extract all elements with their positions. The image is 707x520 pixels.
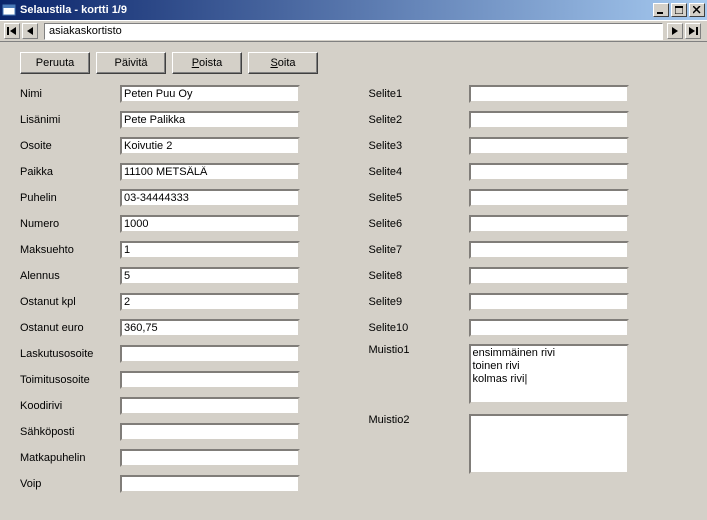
ostanut-euro-label: Ostanut euro <box>20 322 120 334</box>
sahkoposti-label: Sähköposti <box>20 426 120 438</box>
ostanut-kpl-label: Ostanut kpl <box>20 296 120 308</box>
muistio1-field[interactable] <box>469 344 629 404</box>
osoite-label: Osoite <box>20 140 120 152</box>
button-label: Päivitä <box>114 57 147 69</box>
nimi-label: Nimi <box>20 88 120 100</box>
selite9-field[interactable] <box>469 293 629 311</box>
puhelin-label: Puhelin <box>20 192 120 204</box>
matkapuhelin-label: Matkapuhelin <box>20 452 120 464</box>
nav-next-button[interactable] <box>667 23 683 39</box>
selite1-field[interactable] <box>469 85 629 103</box>
form: Nimi Lisänimi Osoite Paikka Puhelin Nume… <box>0 78 707 506</box>
paikka-label: Paikka <box>20 166 120 178</box>
alennus-label: Alennus <box>20 270 120 282</box>
selite2-label: Selite2 <box>369 114 469 126</box>
selite10-field[interactable] <box>469 319 629 337</box>
selite2-field[interactable] <box>469 111 629 129</box>
numero-label: Numero <box>20 218 120 230</box>
numero-field[interactable] <box>120 215 300 233</box>
selite8-label: Selite8 <box>369 270 469 282</box>
koodirivi-label: Koodirivi <box>20 400 120 412</box>
left-column: Nimi Lisänimi Osoite Paikka Puhelin Nume… <box>20 84 339 500</box>
ostanut-kpl-field[interactable] <box>120 293 300 311</box>
osoite-field[interactable] <box>120 137 300 155</box>
window-title: Selaustila - kortti 1/9 <box>20 4 651 16</box>
app-icon <box>2 3 16 17</box>
title-bar: Selaustila - kortti 1/9 <box>0 0 707 20</box>
toolbar: Peruuta Päivitä Poista Soita <box>0 42 707 78</box>
selite3-field[interactable] <box>469 137 629 155</box>
navigator-bar <box>0 20 707 42</box>
selite6-label: Selite6 <box>369 218 469 230</box>
lisanimi-field[interactable] <box>120 111 300 129</box>
sahkoposti-field[interactable] <box>120 423 300 441</box>
selite7-label: Selite7 <box>369 244 469 256</box>
poista-button[interactable]: Poista <box>172 52 242 74</box>
soita-button[interactable]: Soita <box>248 52 318 74</box>
selite5-label: Selite5 <box>369 192 469 204</box>
muistio1-label: Muistio1 <box>369 344 469 356</box>
selite4-field[interactable] <box>469 163 629 181</box>
selite5-field[interactable] <box>469 189 629 207</box>
nav-last-button[interactable] <box>685 23 701 39</box>
paikka-field[interactable] <box>120 163 300 181</box>
selite6-field[interactable] <box>469 215 629 233</box>
toimitusosoite-field[interactable] <box>120 371 300 389</box>
muistio2-label: Muistio2 <box>369 414 469 426</box>
laskutusosoite-field[interactable] <box>120 345 300 363</box>
voip-field[interactable] <box>120 475 300 493</box>
matkapuhelin-field[interactable] <box>120 449 300 467</box>
nav-first-button[interactable] <box>4 23 20 39</box>
selite4-label: Selite4 <box>369 166 469 178</box>
maximize-button[interactable] <box>671 3 687 17</box>
selite9-label: Selite9 <box>369 296 469 308</box>
voip-label: Voip <box>20 478 120 490</box>
maksuehto-label: Maksuehto <box>20 244 120 256</box>
selite10-label: Selite10 <box>369 322 469 334</box>
nav-location-input[interactable] <box>44 23 663 40</box>
nimi-field[interactable] <box>120 85 300 103</box>
button-label: Soita <box>270 57 295 69</box>
muistio2-field[interactable] <box>469 414 629 474</box>
button-label: Peruuta <box>36 57 75 69</box>
nav-prev-button[interactable] <box>22 23 38 39</box>
lisanimi-label: Lisänimi <box>20 114 120 126</box>
ostanut-euro-field[interactable] <box>120 319 300 337</box>
selite7-field[interactable] <box>469 241 629 259</box>
selite8-field[interactable] <box>469 267 629 285</box>
selite3-label: Selite3 <box>369 140 469 152</box>
minimize-button[interactable] <box>653 3 669 17</box>
laskutusosoite-label: Laskutusosoite <box>20 348 120 360</box>
maksuehto-field[interactable] <box>120 241 300 259</box>
selite1-label: Selite1 <box>369 88 469 100</box>
right-column: Selite1 Selite2 Selite3 Selite4 Selite5 … <box>369 84 688 500</box>
close-button[interactable] <box>689 3 705 17</box>
alennus-field[interactable] <box>120 267 300 285</box>
koodirivi-field[interactable] <box>120 397 300 415</box>
peruuta-button[interactable]: Peruuta <box>20 52 90 74</box>
toimitusosoite-label: Toimitusosoite <box>20 374 120 386</box>
paivita-button[interactable]: Päivitä <box>96 52 166 74</box>
puhelin-field[interactable] <box>120 189 300 207</box>
button-label: Poista <box>192 57 223 69</box>
